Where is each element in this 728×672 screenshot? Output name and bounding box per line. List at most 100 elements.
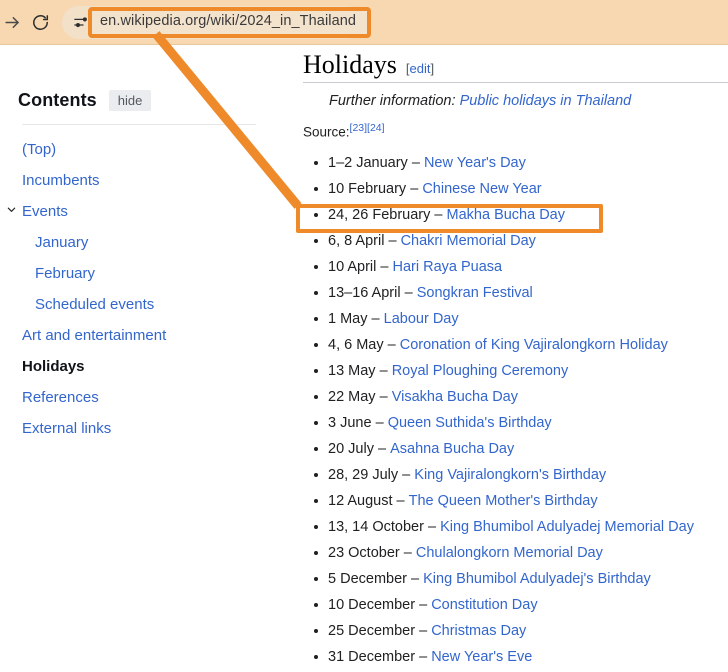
holiday-link[interactable]: King Bhumibol Adulyadej Memorial Day <box>440 518 694 536</box>
holiday-dash: – <box>388 232 396 250</box>
table-of-contents-sidebar: Contents hide (Top)IncumbentsEventsJanua… <box>0 46 288 667</box>
holiday-link[interactable]: Hari Raya Puasa <box>393 258 503 276</box>
sidebar-item-art-and-entertainment[interactable]: Art and entertainment <box>0 320 288 351</box>
sidebar-item-top[interactable]: (Top) <box>0 134 288 165</box>
list-item: 20 July – Asahna Bucha Day <box>303 436 728 462</box>
holiday-dash: – <box>428 518 436 536</box>
bullet-icon <box>314 577 318 581</box>
holiday-link[interactable]: King Vajiralongkorn's Birthday <box>414 466 606 484</box>
article-content: Holidays [edit] Further information: Pub… <box>303 46 728 667</box>
bullet-icon <box>314 369 318 373</box>
holiday-link[interactable]: Chinese New Year <box>422 180 541 198</box>
holiday-date: 13 May <box>328 362 376 380</box>
forward-arrow-icon[interactable] <box>0 10 24 34</box>
bullet-icon <box>314 265 318 269</box>
holiday-date: 23 October <box>328 544 400 562</box>
holiday-date: 20 July <box>328 440 374 458</box>
list-item: 13–16 April – Songkran Festival <box>303 280 728 306</box>
bullet-icon <box>314 421 318 425</box>
chevron-down-icon[interactable] <box>5 203 17 215</box>
holiday-dash: – <box>410 180 418 198</box>
page-title: Holidays <box>303 50 397 80</box>
holiday-dash: – <box>397 492 405 510</box>
list-item: 10 February – Chinese New Year <box>303 176 728 202</box>
edit-bracket-close: ] <box>430 61 434 76</box>
bullet-icon <box>314 603 318 607</box>
bullet-icon <box>314 395 318 399</box>
list-item: 13 May – Royal Ploughing Ceremony <box>303 358 728 384</box>
bullet-icon <box>314 317 318 321</box>
source-line: Source:[23][24] <box>303 122 385 140</box>
sidebar-item-holidays[interactable]: Holidays <box>0 351 288 382</box>
toc-title: Contents <box>18 90 97 111</box>
holiday-link[interactable]: Labour Day <box>384 310 459 328</box>
holiday-link[interactable]: Royal Ploughing Ceremony <box>392 362 569 380</box>
url-text[interactable]: en.wikipedia.org/wiki/2024_in_Thailand <box>100 13 362 29</box>
list-item: 31 December – New Year's Eve <box>303 644 728 670</box>
bullet-icon <box>314 213 318 217</box>
source-label: Source: <box>303 125 350 140</box>
edit-section-link[interactable]: [edit] <box>406 61 434 76</box>
holiday-dash: – <box>411 570 419 588</box>
holiday-link[interactable]: Coronation of King Vajiralongkorn Holida… <box>400 336 668 354</box>
holiday-link[interactable]: Christmas Day <box>431 622 526 640</box>
bullet-icon <box>314 629 318 633</box>
sidebar-item-scheduled-events[interactable]: Scheduled events <box>0 289 288 320</box>
bullet-icon <box>314 291 318 295</box>
holiday-dash: – <box>419 622 427 640</box>
list-item: 25 December – Christmas Day <box>303 618 728 644</box>
holiday-dash: – <box>402 466 410 484</box>
reload-icon[interactable] <box>28 10 52 34</box>
hatnote-link[interactable]: Public holidays in Thailand <box>460 93 632 109</box>
holiday-link[interactable]: Songkran Festival <box>417 284 533 302</box>
sidebar-item-events[interactable]: Events <box>0 196 288 227</box>
holiday-date: 10 December <box>328 596 415 614</box>
holiday-dash: – <box>372 310 380 328</box>
sidebar-item-january[interactable]: January <box>0 227 288 258</box>
edit-label[interactable]: edit <box>410 61 431 76</box>
holiday-date: 12 August <box>328 492 393 510</box>
holiday-dash: – <box>380 258 388 276</box>
list-item: 5 December – King Bhumibol Adulyadej's B… <box>303 566 728 592</box>
bullet-icon <box>314 499 318 503</box>
sidebar-item-incumbents[interactable]: Incumbents <box>0 165 288 196</box>
holiday-dash: – <box>419 596 427 614</box>
list-item: 10 April – Hari Raya Puasa <box>303 254 728 280</box>
holiday-date: 31 December <box>328 648 415 666</box>
list-item: 3 June – Queen Suthida's Birthday <box>303 410 728 436</box>
holiday-link[interactable]: New Year's Eve <box>431 648 532 666</box>
holiday-list: 1–2 January – New Year's Day10 February … <box>303 150 728 670</box>
bullet-icon <box>314 525 318 529</box>
holiday-date: 24, 26 February <box>328 206 430 224</box>
holiday-link[interactable]: Chulalongkorn Memorial Day <box>416 544 603 562</box>
holiday-date: 25 December <box>328 622 415 640</box>
sidebar-item-february[interactable]: February <box>0 258 288 289</box>
holiday-link[interactable]: King Bhumibol Adulyadej's Birthday <box>423 570 651 588</box>
holiday-dash: – <box>378 440 386 458</box>
sidebar-item-external-links[interactable]: External links <box>0 413 288 444</box>
holiday-link[interactable]: Asahna Bucha Day <box>390 440 514 458</box>
list-item: 6, 8 April – Chakri Memorial Day <box>303 228 728 254</box>
holiday-link[interactable]: Constitution Day <box>431 596 537 614</box>
holiday-link[interactable]: Chakri Memorial Day <box>401 232 536 250</box>
bullet-icon <box>314 161 318 165</box>
heading-divider <box>303 82 728 83</box>
sidebar-item-references[interactable]: References <box>0 382 288 413</box>
holiday-link[interactable]: Makha Bucha Day <box>447 206 565 224</box>
sidebar-item-label: Art and entertainment <box>22 327 166 344</box>
holiday-dash: – <box>419 648 427 666</box>
holiday-date: 13–16 April <box>328 284 401 302</box>
page-content: Contents hide (Top)IncumbentsEventsJanua… <box>0 46 728 667</box>
toc-hide-button[interactable]: hide <box>109 90 152 111</box>
holiday-link[interactable]: The Queen Mother's Birthday <box>409 492 598 510</box>
holiday-date: 22 May <box>328 388 376 406</box>
list-item: 4, 6 May – Coronation of King Vajiralong… <box>303 332 728 358</box>
source-references[interactable]: [23][24] <box>350 122 385 134</box>
holiday-dash: – <box>404 544 412 562</box>
holiday-dash: – <box>380 388 388 406</box>
holiday-link[interactable]: New Year's Day <box>424 154 526 172</box>
holiday-link[interactable]: Queen Suthida's Birthday <box>388 414 552 432</box>
bullet-icon <box>314 473 318 477</box>
holiday-date: 10 April <box>328 258 376 276</box>
holiday-link[interactable]: Visakha Bucha Day <box>392 388 518 406</box>
